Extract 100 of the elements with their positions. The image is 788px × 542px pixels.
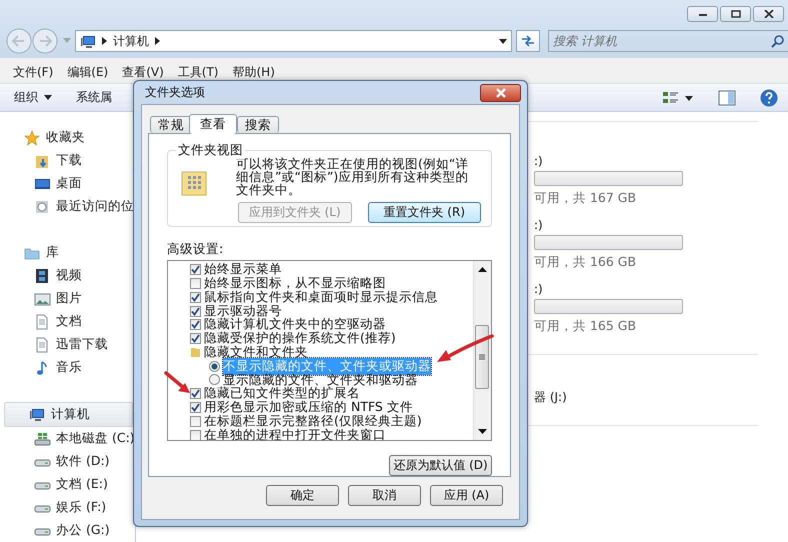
scroll-down-icon [478,429,487,434]
sidebar-item[interactable]: 库 [0,241,135,264]
free-space-text: 可用，共 167 GB [534,190,638,205]
sidebar-item[interactable]: 图片 [0,287,135,310]
picture-icon [34,290,51,306]
setting-label: 隐藏计算机文件夹中的空驱动器 [204,316,386,332]
maximize-button[interactable] [720,6,751,22]
setting-label: 隐藏已知文件类型的扩展名 [204,385,360,400]
search-field[interactable]: 搜索 计算机 [548,30,788,52]
section-label: 高级设置: [167,240,224,258]
sidebar-item[interactable]: 娱乐 (F:) [0,496,135,519]
dialog-button[interactable]: 确定 [266,485,339,506]
maximize-icon [730,10,740,18]
setting-label: 鼠标指向文件夹和桌面项时显示提示信息 [204,288,438,305]
grip-icon [479,354,485,360]
chevron-right-icon [155,37,160,45]
sidebar-item[interactable]: 本地磁盘 (C:) [0,427,135,450]
drive-icon [34,430,51,446]
setting-label: 显示驱动器号 [204,302,282,318]
setting-label: 不显示隐藏的文件、文件夹或驱动器 [223,358,431,375]
dialog-button[interactable]: 应用 (A) [430,485,503,506]
sidebar-item[interactable]: 办公 (G:) [0,519,135,542]
checkbox[interactable] [190,402,201,414]
sidebar-item[interactable]: 桌面 [0,172,135,195]
tab[interactable]: 搜索 [237,116,279,133]
checkbox[interactable] [190,319,201,330]
chevron-right-icon [102,37,107,45]
clock-icon [34,198,51,214]
film-icon [34,268,51,284]
star-icon [24,130,41,146]
checkbox[interactable] [190,333,201,344]
search-icon [771,34,784,48]
radio-button[interactable] [209,374,220,386]
tab[interactable]: 常规 [150,116,192,133]
checkbox[interactable] [190,416,201,427]
close-icon [494,88,506,98]
toolbar-button[interactable]: 组织 [14,89,52,106]
caret-icon [44,95,52,100]
dropdown-arrow-icon [499,38,507,44]
setting-label: 用彩色显示加密或压缩的 NTFS 文件 [204,399,413,414]
checkbox[interactable] [190,292,201,303]
sidebar-item[interactable]: 迅雷下载 [0,333,135,356]
minimize-icon [698,11,708,17]
arrow-drawing [164,371,192,395]
preview-pane-icon[interactable] [718,90,736,106]
menu-item[interactable]: 编辑(E) [60,62,116,83]
address-bar[interactable]: 计算机 [75,30,512,52]
toolbar-button[interactable]: 系统属 [76,89,112,106]
checkbox[interactable] [190,306,201,316]
radio-button[interactable] [209,360,220,372]
checkbox[interactable] [190,264,201,276]
restore-defaults-button[interactable]: 还原为默认值 (D) [389,455,492,476]
folder-icon [190,346,201,358]
breadcrumb[interactable]: 计算机 [113,32,149,50]
checkbox[interactable] [190,278,201,289]
drive-label: :) [534,218,544,232]
sidebar-item[interactable]: 音乐 [0,356,135,379]
drive-label: :) [534,282,544,296]
view-options-icon[interactable] [662,90,694,106]
sidebar-item[interactable]: 软件 (D:) [0,450,135,473]
tab[interactable]: 查看 [189,114,237,134]
menu-item[interactable]: 文件(F) [6,62,60,83]
setting-label: 隐藏文件和文件夹 [204,344,308,360]
setting-label: 在单独的进程中打开文件夹窗口 [204,426,386,440]
sidebar-item[interactable]: 文档 (E:) [0,473,135,496]
help-icon[interactable] [760,88,778,106]
menu-item[interactable]: 帮助(H) [226,62,282,83]
close-button[interactable] [480,84,521,102]
setting-label: 始终显示菜单 [204,261,282,276]
free-space-text: 可用，共 165 GB [534,318,638,333]
folder-icon [180,169,208,197]
refresh-icon [521,35,535,47]
setting-label: 隐藏受保护的操作系统文件(推荐) [204,330,396,346]
menu-item[interactable]: 查看(V) [115,62,171,83]
setting-label: 在标题栏显示完整路径(仅限经典主题) [204,412,422,428]
dialog-button[interactable]: 重置文件夹 (R) [368,202,481,223]
sidebar-item[interactable]: 计算机 [4,402,133,427]
computer-icon [80,34,96,48]
sidebar-item[interactable]: 下载 [0,149,135,172]
dialog-title: 文件夹选项 [145,84,205,101]
drive-label: :) [534,154,544,168]
sidebar-item[interactable]: 视频 [0,264,135,287]
dropdown-arrow-icon [63,38,71,44]
close-button[interactable] [753,6,784,22]
refresh-button[interactable] [516,30,540,52]
free-space-text: 可用，共 166 GB [534,254,638,269]
menu-item[interactable]: 工具(T) [170,62,226,83]
close-icon [764,10,774,18]
checkbox[interactable] [190,388,201,400]
sidebar-item[interactable]: 收藏夹 [0,126,135,149]
computer-icon [29,406,46,422]
sidebar-item[interactable]: 文档 [0,310,135,333]
drive-label: 器 (J:) [534,390,567,404]
arrow-drawing [434,333,496,365]
scroll-up-icon [478,266,487,272]
sidebar-item[interactable]: 最近访问的位 [0,195,135,218]
minimize-button[interactable] [687,6,718,22]
group-title: 文件夹视图 [176,142,245,159]
dialog-button[interactable]: 取消 [348,485,421,506]
checkbox[interactable] [190,430,201,440]
